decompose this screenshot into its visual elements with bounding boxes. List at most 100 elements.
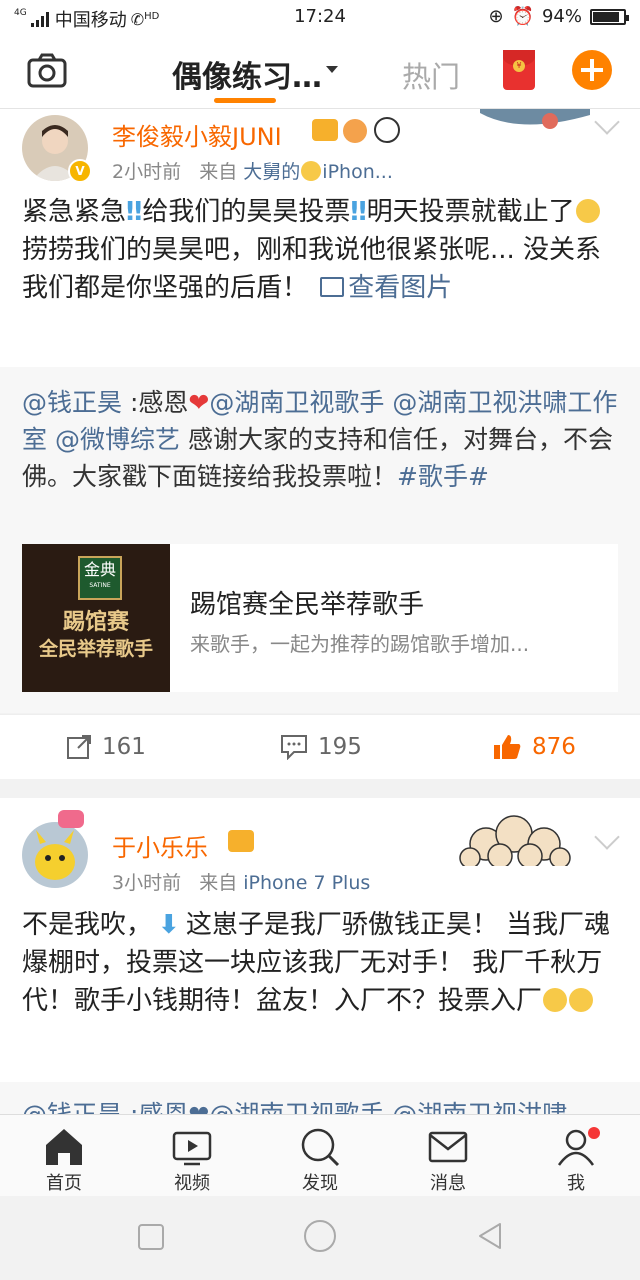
notification-dot bbox=[588, 1127, 600, 1139]
link-card-subtitle: 来歌手，一起为推荐的踢馆歌手增加... bbox=[190, 632, 530, 656]
username[interactable]: 于小乐乐 bbox=[112, 828, 208, 863]
top-navigation: 偶像练习… 热门 ¥ bbox=[0, 34, 640, 109]
text-segment: 明天投票就截止了 bbox=[366, 197, 575, 227]
share-icon bbox=[67, 735, 91, 759]
tab-label: 视频 bbox=[174, 1173, 210, 1194]
chevron-down-icon[interactable] bbox=[594, 824, 620, 850]
chevron-down-icon[interactable] bbox=[326, 66, 338, 73]
comment-button[interactable]: 195 bbox=[280, 715, 362, 779]
alarm-icon: ⏰ bbox=[511, 6, 534, 27]
repost-block[interactable]: @钱正昊 :感恩❤@湖南卫视歌手 @湖南卫视洪啸工作室 @微博综艺 感谢大家的支… bbox=[0, 367, 640, 713]
bottom-tab-bar: 首页 视频 发现 消息 我 bbox=[0, 1114, 640, 1197]
status-right: ⊕ ⏰ 94% bbox=[488, 6, 629, 27]
message-icon bbox=[428, 1131, 468, 1163]
repost-button[interactable]: 161 bbox=[66, 715, 146, 779]
tab-label: 消息 bbox=[430, 1173, 466, 1194]
battery-fill bbox=[593, 11, 619, 22]
brand-logo: 金典 SATINE bbox=[78, 556, 122, 600]
home-button-icon[interactable] bbox=[302, 1218, 338, 1254]
source-prefix: 来自 bbox=[199, 161, 238, 183]
brand-logo-sub: SATINE bbox=[89, 582, 111, 589]
tongue-emoji-icon bbox=[543, 988, 568, 1012]
tab-home[interactable]: 首页 bbox=[0, 1115, 128, 1197]
brand-logo-text: 金典 bbox=[83, 560, 116, 579]
back-icon[interactable] bbox=[474, 1220, 506, 1252]
like-button[interactable]: 876 bbox=[492, 715, 576, 779]
panda-badge-icon bbox=[374, 117, 400, 143]
camera-icon[interactable] bbox=[26, 50, 68, 92]
comment-count: 195 bbox=[318, 734, 362, 760]
repost-count: 161 bbox=[102, 734, 146, 760]
crown-badge-icon bbox=[312, 119, 338, 141]
coin-icon: ¥ bbox=[513, 60, 525, 72]
repost-text: @钱正昊 :感恩❤@湖南卫视歌手 @湖南卫视洪啸工作室 @微博综艺 感谢大家的支… bbox=[22, 384, 618, 495]
bow-decoration bbox=[58, 810, 84, 828]
avatar[interactable] bbox=[22, 822, 88, 888]
post-text: 不是我吹， ⬇ 这崽子是我厂骄傲钱正昊！ 当我厂魂爆棚时，投票这一块应该我厂无对手！… bbox=[22, 906, 618, 1020]
down-arrow-icon: ⬇ bbox=[158, 910, 180, 940]
tab-messages[interactable]: 消息 bbox=[384, 1115, 512, 1197]
tab-video[interactable]: 视频 bbox=[128, 1115, 256, 1197]
group-title[interactable]: 偶像练习… bbox=[172, 52, 322, 96]
text-segment: 不是我吹， bbox=[22, 910, 153, 940]
mention-link[interactable]: @湖南卫视歌手 bbox=[209, 388, 384, 417]
text-segment: 紧急紧急 bbox=[22, 197, 127, 227]
worried-emoji-icon bbox=[575, 199, 600, 223]
mention-link[interactable]: @钱正昊 bbox=[22, 388, 122, 417]
chevron-down-icon[interactable] bbox=[594, 109, 620, 135]
home-icon bbox=[46, 1129, 82, 1165]
comment-icon bbox=[281, 735, 307, 760]
crown-badge-icon bbox=[228, 830, 254, 852]
battery-icon bbox=[590, 8, 629, 25]
post-card[interactable]: V 李俊毅小毅JUNI 2小时前 来自 大舅的 iPhon... 紧急紧急‼给我们… bbox=[0, 109, 640, 367]
like-count: 876 bbox=[532, 734, 576, 760]
active-tab-indicator bbox=[214, 98, 276, 103]
view-image-link[interactable]: 查看图片 bbox=[316, 273, 452, 303]
header-decoration bbox=[456, 804, 580, 869]
tab-me[interactable]: 我 bbox=[512, 1115, 640, 1197]
verified-badge-icon: V bbox=[68, 159, 92, 183]
tab-hot[interactable]: 热门 bbox=[402, 54, 460, 96]
post-meta: 3小时前 来自 iPhone 7 Plus bbox=[112, 868, 370, 895]
plus-icon[interactable] bbox=[572, 50, 612, 90]
username[interactable]: 李俊毅小毅JUNI bbox=[112, 117, 282, 152]
recent-apps-icon[interactable] bbox=[136, 1222, 166, 1252]
text-segment: 捞捞我们的昊昊吧，刚和我说他很紧张呢... 没关系 我们都是你坚强的后盾！ bbox=[22, 235, 602, 303]
member-badge-icon bbox=[343, 119, 367, 143]
card-image-line1: 踢馆赛 bbox=[62, 610, 129, 635]
heart-icon: ❤ bbox=[188, 388, 210, 417]
repost-block-peek[interactable]: @钱正昊 :感恩❤@湖南卫视歌手 @湖南卫视洪啸 bbox=[0, 1082, 640, 1114]
lock-rotation-icon: ⊕ bbox=[488, 6, 504, 27]
tab-label: 我 bbox=[567, 1173, 585, 1194]
discover-icon bbox=[301, 1128, 340, 1167]
view-image-label: 查看图片 bbox=[348, 273, 453, 303]
link-card-image: 金典 SATINE 踢馆赛 全民举荐歌手 bbox=[22, 544, 170, 692]
source-text: 大舅的 bbox=[243, 161, 301, 183]
hashtag-link[interactable]: #歌手# bbox=[397, 462, 489, 491]
tab-label: 发现 bbox=[302, 1173, 338, 1194]
source-text-2: iPhon... bbox=[322, 161, 393, 183]
repost-text: @钱正昊 :感恩❤@湖南卫视歌手 @湖南卫视洪啸 bbox=[22, 1096, 618, 1114]
red-packet-icon[interactable]: ¥ bbox=[503, 50, 535, 90]
status-bar: 4G 中国移动 ✆HD 17:24 ⊕ ⏰ 94% bbox=[0, 0, 640, 34]
double-exclamation-icon: ‼ bbox=[126, 197, 143, 227]
source-link[interactable]: 大舅的 iPhon... bbox=[243, 161, 393, 183]
card-image-line2: 全民举荐歌手 bbox=[38, 638, 153, 660]
link-card-title: 踢馆赛全民举荐歌手 bbox=[190, 590, 425, 620]
wink-emoji-icon bbox=[301, 161, 322, 181]
mention-link[interactable]: @微博综艺 bbox=[55, 425, 180, 454]
avatar-image bbox=[22, 822, 88, 888]
post-text: 紧急紧急‼给我们的昊昊投票‼明天投票就截止了捞捞我们的昊昊吧，刚和我说他很紧张呢… bbox=[22, 193, 618, 307]
text-segment: :感恩 bbox=[129, 388, 189, 417]
post-card[interactable]: 于小乐乐 3小时前 来自 iPhone 7 Plus 不是我吹， ⬇ 这崽子是我厂骄… bbox=[0, 798, 640, 1116]
post-time: 2小时前 bbox=[112, 161, 182, 183]
thumbs-up-icon bbox=[494, 735, 521, 759]
tongue-emoji-icon bbox=[569, 988, 594, 1012]
tab-label: 首页 bbox=[46, 1173, 82, 1194]
system-navigation-bar bbox=[0, 1196, 640, 1280]
source-link[interactable]: iPhone 7 Plus bbox=[243, 872, 370, 894]
post-meta: 2小时前 来自 大舅的 iPhon... bbox=[112, 157, 393, 184]
tab-discover[interactable]: 发现 bbox=[256, 1115, 384, 1197]
link-card[interactable]: 金典 SATINE 踢馆赛 全民举荐歌手 踢馆赛全民举荐歌手 来歌手，一起为推荐… bbox=[22, 544, 618, 692]
source-prefix: 来自 bbox=[199, 872, 238, 894]
